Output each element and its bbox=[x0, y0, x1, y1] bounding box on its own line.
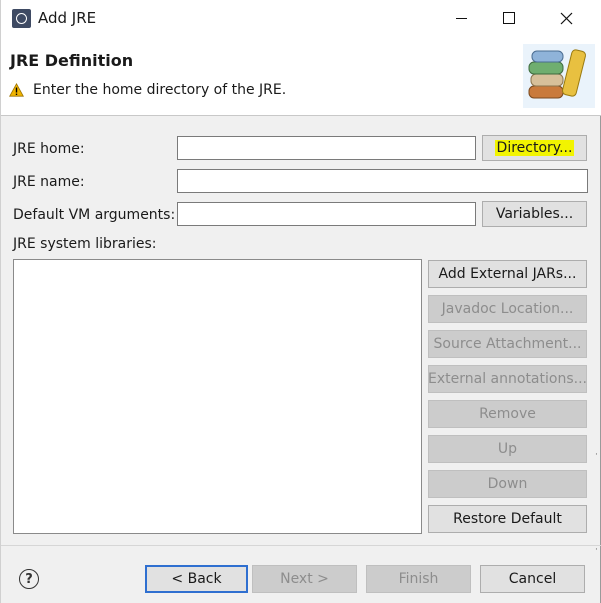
warning-icon bbox=[9, 83, 24, 97]
finish-button[interactable]: Finish bbox=[366, 565, 471, 593]
back-button[interactable]: < Back bbox=[145, 565, 248, 593]
maximize-icon bbox=[503, 12, 515, 24]
eclipse-gear-icon bbox=[12, 9, 31, 28]
page-title: JRE Definition bbox=[10, 51, 134, 70]
variables-button[interactable]: Variables... bbox=[482, 201, 587, 227]
help-icon[interactable]: ? bbox=[19, 569, 39, 589]
jre-home-input[interactable] bbox=[177, 136, 476, 160]
javadoc-location-button[interactable]: Javadoc Location... bbox=[428, 295, 587, 323]
vm-arguments-input[interactable] bbox=[177, 202, 476, 226]
jre-name-label: JRE name: bbox=[13, 174, 85, 190]
jre-home-label: JRE home: bbox=[13, 141, 85, 157]
jre-libraries-list[interactable] bbox=[13, 259, 422, 534]
title-bar[interactable]: Add JRE bbox=[1, 0, 601, 36]
close-button[interactable] bbox=[543, 0, 589, 36]
window-edge-glyph: · bbox=[595, 545, 598, 555]
wizard-header: JRE Definition Enter the home directory … bbox=[1, 36, 601, 116]
remove-button[interactable]: Remove bbox=[428, 400, 587, 428]
close-icon bbox=[560, 12, 572, 24]
directory-button-label: Directory... bbox=[494, 140, 575, 156]
vm-arguments-label: Default VM arguments: bbox=[13, 207, 176, 223]
cancel-button[interactable]: Cancel bbox=[480, 565, 585, 593]
maximize-button[interactable] bbox=[486, 0, 532, 36]
window-edge-glyph: · bbox=[595, 450, 598, 460]
window-title: Add JRE bbox=[38, 9, 97, 27]
up-button[interactable]: Up bbox=[428, 435, 587, 463]
add-external-jars-button[interactable]: Add External JARs... bbox=[428, 260, 587, 288]
minimize-button[interactable] bbox=[438, 0, 484, 36]
down-button[interactable]: Down bbox=[428, 470, 587, 498]
next-button[interactable]: Next > bbox=[252, 565, 357, 593]
directory-button[interactable]: Directory... bbox=[482, 135, 587, 161]
jre-name-input[interactable] bbox=[177, 169, 588, 193]
jre-libraries-label: JRE system libraries: bbox=[13, 236, 157, 252]
page-description: Enter the home directory of the JRE. bbox=[33, 82, 287, 98]
external-annotations-button[interactable]: External annotations... bbox=[428, 365, 587, 393]
add-jre-dialog: Add JRE JRE Definition Enter the home di… bbox=[0, 0, 601, 603]
books-icon bbox=[523, 44, 595, 108]
restore-default-button[interactable]: Restore Default bbox=[428, 505, 587, 533]
footer-separator bbox=[1, 545, 601, 546]
minimize-icon bbox=[455, 17, 467, 19]
source-attachment-button[interactable]: Source Attachment... bbox=[428, 330, 587, 358]
